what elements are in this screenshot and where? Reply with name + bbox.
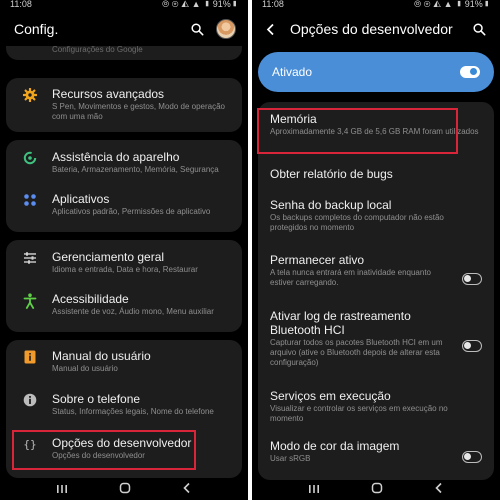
back-arrow-icon[interactable] xyxy=(266,23,282,36)
info-icon xyxy=(18,392,42,407)
list-item-modo-cor[interactable]: Modo de cor da imagem Usar sRGB xyxy=(258,435,494,475)
settings-card-general: Gerenciamento geral Idioma e entrada, Da… xyxy=(6,240,242,332)
status-time: 11:08 xyxy=(262,0,284,9)
list-item-sobre-telefone[interactable]: Sobre o telefone Status, Informações leg… xyxy=(6,386,242,432)
refresh-circle-icon xyxy=(18,150,42,165)
item-subtitle: Capturar todos os pacotes Bluetooth HCI … xyxy=(270,338,443,367)
settings-card-advanced: Recursos avançados S Pen, Movimentos e g… xyxy=(6,78,242,132)
item-title: Ativar log de rastreamento Bluetooth HCI xyxy=(270,309,411,337)
page-title: Config. xyxy=(14,21,59,37)
master-toggle-switch[interactable] xyxy=(460,66,480,78)
manual-book-icon xyxy=(18,349,42,364)
scrolled-item-hint: Configurações do Google xyxy=(6,46,242,60)
list-item-recursos-avancados[interactable]: Recursos avançados S Pen, Movimentos e g… xyxy=(6,78,242,122)
item-subtitle: A tela nunca entrará em inatividade enqu… xyxy=(270,268,432,287)
item-title: Aplicativos xyxy=(52,192,110,206)
sliders-icon xyxy=(18,250,42,265)
memoria-highlight xyxy=(257,108,458,154)
avatar[interactable] xyxy=(216,19,236,39)
search-icon[interactable] xyxy=(470,20,488,38)
nav-bar xyxy=(0,480,248,500)
status-bar: 11:08 ⦾ ⊛ ◭ ▲ ▮ 91%▮ xyxy=(252,0,500,12)
item-title: Acessibilidade xyxy=(52,292,129,306)
master-toggle-label: Ativado xyxy=(272,65,313,79)
settings-card-device: Assistência do aparelho Bateria, Armazen… xyxy=(6,140,242,232)
recents-icon[interactable] xyxy=(56,481,68,499)
list-item-permanecer-ativo[interactable]: Permanecer ativo A tela nunca entrará em… xyxy=(258,247,494,305)
list-item-bluetooth-hci[interactable]: Ativar log de rastreamento Bluetooth HCI… xyxy=(258,305,494,383)
apps-grid-icon xyxy=(18,192,42,207)
item-title: Serviços em execução xyxy=(270,389,391,403)
back-icon[interactable] xyxy=(182,481,192,499)
status-time: 11:08 xyxy=(10,0,32,9)
list-item-gerenciamento[interactable]: Gerenciamento geral Idioma e entrada, Da… xyxy=(6,240,242,286)
modo-cor-toggle[interactable] xyxy=(462,451,482,463)
home-icon[interactable] xyxy=(371,481,383,499)
list-item-servicos-execucao[interactable]: Serviços em execução Visualizar e contro… xyxy=(258,383,494,435)
list-item-relatorio-bugs[interactable]: Obter relatório de bugs xyxy=(258,157,494,192)
item-subtitle: Idioma e entrada, Data e hora, Restaurar xyxy=(52,265,198,274)
item-subtitle: Os backups completos do computador não e… xyxy=(270,213,444,232)
item-subtitle: Bateria, Armazenamento, Memória, Seguran… xyxy=(52,165,219,174)
status-indicators: ⦾ ⊛ ◭ ▲ ▮ 91%▮ xyxy=(161,0,238,9)
nav-bar xyxy=(252,480,500,500)
gear-plus-icon xyxy=(18,87,42,102)
item-title: Manual do usuário xyxy=(52,349,151,363)
right-phone-screen: 11:08 ⦾ ⊛ ◭ ▲ ▮ 91%▮ Opções do desenvolv… xyxy=(252,0,500,500)
permanecer-ativo-toggle[interactable] xyxy=(462,273,482,285)
item-subtitle: S Pen, Movimentos e gestos, Modo de oper… xyxy=(52,102,225,121)
item-subtitle: Status, Informações legais, Nome do tele… xyxy=(52,407,214,416)
bluetooth-hci-toggle[interactable] xyxy=(462,340,482,352)
item-subtitle: Aplicativos padrão, Permissões de aplica… xyxy=(52,207,211,216)
developer-options-header: Opções do desenvolvedor xyxy=(252,12,500,46)
item-title: Recursos avançados xyxy=(52,87,165,101)
item-title: Sobre o telefone xyxy=(52,392,141,406)
left-phone-screen: 11:08 ⦾ ⊛ ◭ ▲ ▮ 91%▮ Config. Configuraçõ… xyxy=(0,0,248,500)
status-indicators: ⦾ ⊛ ◭ ▲ ▮ 91%▮ xyxy=(413,0,490,9)
item-subtitle: Assistente de voz, Áudio mono, Menu auxi… xyxy=(52,307,214,316)
item-subtitle: Manual do usuário xyxy=(52,364,118,373)
item-title: Obter relatório de bugs xyxy=(270,167,393,181)
item-subtitle: Visualizar e controlar os serviços em ex… xyxy=(270,404,448,423)
list-item-acessibilidade[interactable]: Acessibilidade Assistente de voz, Áudio … xyxy=(6,286,242,332)
back-icon[interactable] xyxy=(434,481,444,499)
item-title: Assistência do aparelho xyxy=(52,150,180,164)
page-title: Opções do desenvolvedor xyxy=(290,21,453,37)
list-item-senha-backup[interactable]: Senha do backup local Os backups complet… xyxy=(258,192,494,247)
list-item-assistencia[interactable]: Assistência do aparelho Bateria, Armazen… xyxy=(6,140,242,186)
item-title: Gerenciamento geral xyxy=(52,250,165,264)
developer-options-highlight xyxy=(12,430,196,470)
accessibility-icon xyxy=(18,292,42,309)
item-title: Senha do backup local xyxy=(270,198,392,212)
developer-options-card: Memória Aproximadamente 3,4 GB de 5,6 GB… xyxy=(258,102,494,480)
list-item-manual[interactable]: Manual do usuário Manual do usuário xyxy=(6,340,242,386)
home-icon[interactable] xyxy=(119,481,131,499)
item-title: Modo de cor da imagem xyxy=(270,439,400,453)
master-toggle-bar[interactable]: Ativado xyxy=(258,52,494,92)
item-subtitle: Usar sRGB xyxy=(270,454,311,463)
settings-header: Config. xyxy=(0,12,248,46)
list-item-aplicativos[interactable]: Aplicativos Aplicativos padrão, Permissõ… xyxy=(6,186,242,232)
search-icon[interactable] xyxy=(188,20,206,38)
status-bar: 11:08 ⦾ ⊛ ◭ ▲ ▮ 91%▮ xyxy=(0,0,248,12)
item-title: Permanecer ativo xyxy=(270,253,365,267)
recents-icon[interactable] xyxy=(308,481,320,499)
